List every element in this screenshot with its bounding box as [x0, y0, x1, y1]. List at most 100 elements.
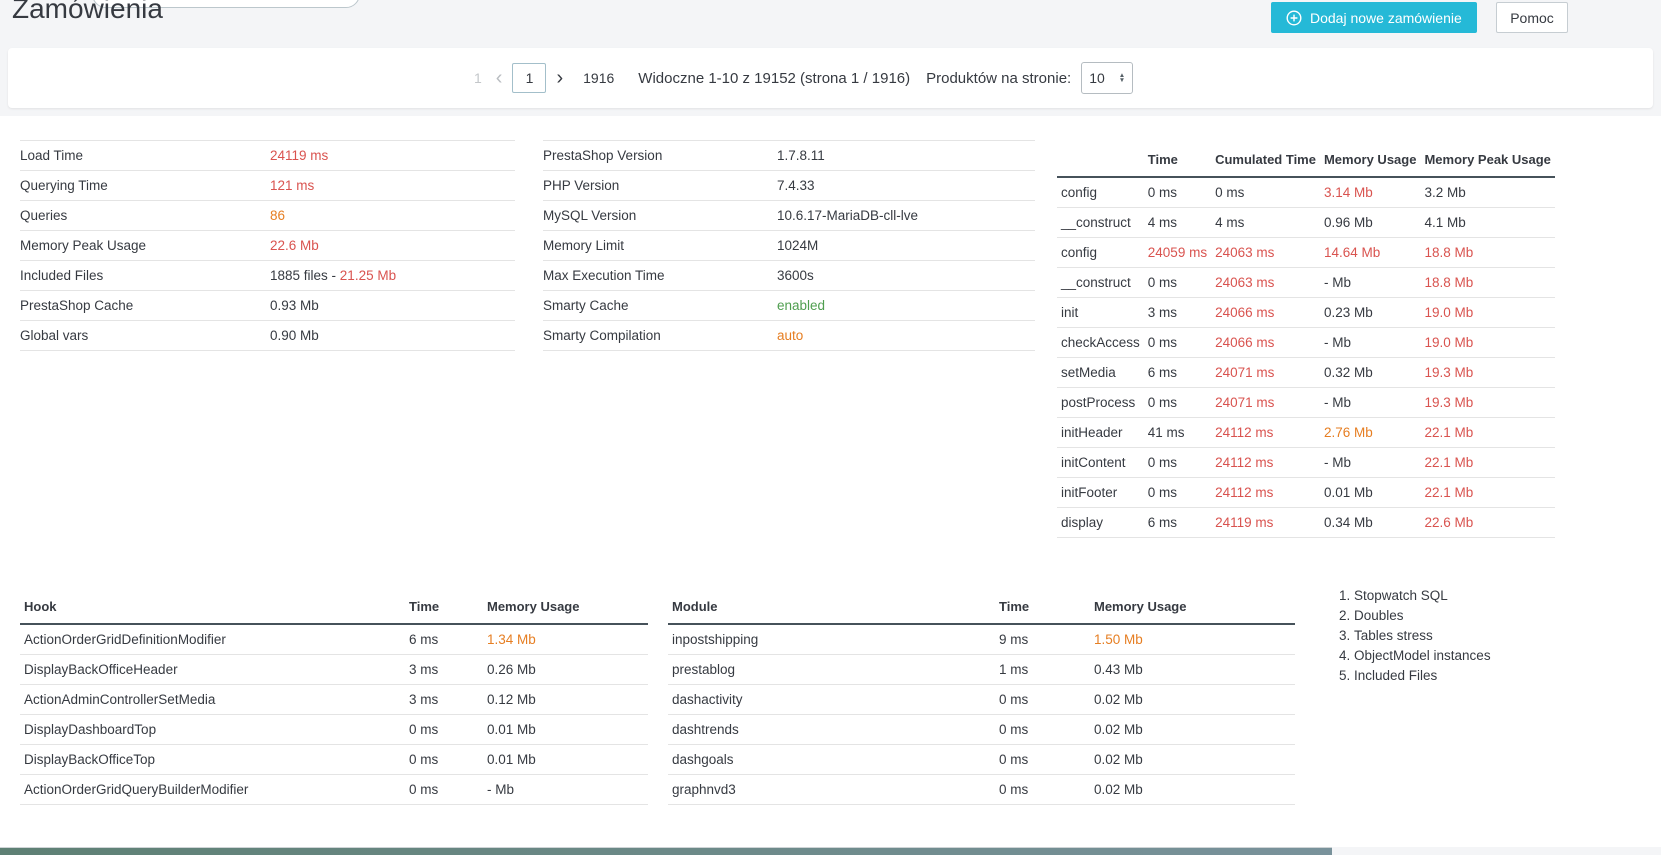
stat-label: Global vars	[20, 328, 270, 343]
hook-name: DisplayBackOfficeTop	[20, 744, 405, 774]
page-title: Zamówienia	[12, 0, 163, 25]
stat-value-main: 22.6 Mb	[270, 238, 319, 253]
module-name: prestablog	[668, 654, 995, 684]
hook-time: 0 ms	[405, 744, 483, 774]
modules-table: Module Time Memory Usage inpostshipping …	[668, 590, 1295, 805]
hook-row: DisplayBackOfficeHeader 3 ms 0.26 Mb	[20, 654, 648, 684]
debug-link-included-files[interactable]: Included Files	[1354, 666, 1491, 686]
lifecycle-peak: 4.1 Mb	[1420, 207, 1554, 237]
lifecycle-peak: 19.3 Mb	[1420, 387, 1554, 417]
lifecycle-cumulated: 24066 ms	[1211, 327, 1320, 357]
last-page-number: 1916	[583, 70, 614, 86]
stat-value: 0.90 Mb	[270, 328, 319, 343]
lifecycle-cumulated: 24066 ms	[1211, 297, 1320, 327]
module-memory: 0.02 Mb	[1090, 684, 1295, 714]
per-page-label: Produktów na stronie:	[926, 70, 1071, 87]
hooks-table: Hook Time Memory Usage ActionOrderGridDe…	[20, 590, 648, 805]
lifecycle-row: initContent 0 ms 24112 ms - Mb 22.1 Mb	[1057, 447, 1555, 477]
lifecycle-memory: 3.14 Mb	[1320, 177, 1420, 207]
current-page-input[interactable]	[512, 63, 546, 93]
load-stats-panel: Load Time 24119 ms Querying Time 121 ms …	[20, 140, 515, 351]
module-time: 0 ms	[995, 744, 1090, 774]
add-order-button[interactable]: Dodaj nowe zamówienie	[1271, 2, 1477, 33]
module-row: dashactivity 0 ms 0.02 Mb	[668, 684, 1295, 714]
lifecycle-peak: 22.1 Mb	[1420, 477, 1554, 507]
debug-link-tables-stress[interactable]: Tables stress	[1354, 626, 1491, 646]
chevron-right-icon[interactable]: ›	[546, 68, 573, 88]
environment-panel: PrestaShop Version 1.7.8.11 PHP Version …	[543, 140, 1035, 351]
module-row: prestablog 1 ms 0.43 Mb	[668, 654, 1295, 684]
stat-row: Queries 86	[20, 201, 515, 231]
modules-col-memory: Memory Usage	[1090, 590, 1295, 624]
lifecycle-col-time: Time	[1144, 143, 1211, 177]
lifecycle-cumulated: 24063 ms	[1211, 237, 1320, 267]
module-memory: 0.02 Mb	[1090, 714, 1295, 744]
env-label: PHP Version	[543, 178, 777, 193]
hook-name: ActionOrderGridQueryBuilderModifier	[20, 774, 405, 804]
chevron-left-icon[interactable]: ‹	[486, 68, 513, 88]
hook-memory: 0.12 Mb	[483, 684, 648, 714]
lifecycle-time: 0 ms	[1144, 177, 1211, 207]
stat-value: 86	[270, 208, 285, 223]
lifecycle-step: initContent	[1057, 447, 1144, 477]
debug-link-doubles[interactable]: Doubles	[1354, 606, 1491, 626]
add-order-button-label: Dodaj nowe zamówienie	[1310, 10, 1462, 26]
lifecycle-step: __construct	[1057, 267, 1144, 297]
lifecycle-peak: 18.8 Mb	[1420, 237, 1554, 267]
stat-row: Global vars 0.90 Mb	[20, 321, 515, 351]
lifecycle-col-peak: Memory Peak Usage	[1420, 143, 1554, 177]
lifecycle-step: initHeader	[1057, 417, 1144, 447]
lifecycle-memory: 0.23 Mb	[1320, 297, 1420, 327]
lifecycle-cumulated: 24071 ms	[1211, 357, 1320, 387]
lifecycle-memory: - Mb	[1320, 267, 1420, 297]
lifecycle-memory: - Mb	[1320, 327, 1420, 357]
lifecycle-memory: 0.01 Mb	[1320, 477, 1420, 507]
env-row: Smarty Compilation auto	[543, 321, 1035, 351]
stat-value-main: 0.90 Mb	[270, 328, 319, 343]
lifecycle-time: 0 ms	[1144, 387, 1211, 417]
lifecycle-memory: 0.32 Mb	[1320, 357, 1420, 387]
lifecycle-row: config 24059 ms 24063 ms 14.64 Mb 18.8 M…	[1057, 237, 1555, 267]
env-value: 3600s	[777, 268, 814, 283]
hook-memory: 0.26 Mb	[483, 654, 648, 684]
env-row: PHP Version 7.4.33	[543, 171, 1035, 201]
pagination-controls: 1 ‹ › 1916 Widoczne 1-10 z 19152 (strona…	[470, 48, 1133, 108]
stat-label: PrestaShop Cache	[20, 298, 270, 313]
debug-link-objectmodel-instances[interactable]: ObjectModel instances	[1354, 646, 1491, 666]
lifecycle-cumulated: 4 ms	[1211, 207, 1320, 237]
lifecycle-col-memory: Memory Usage	[1320, 143, 1420, 177]
module-time: 1 ms	[995, 654, 1090, 684]
lifecycle-memory: - Mb	[1320, 387, 1420, 417]
env-label: MySQL Version	[543, 208, 777, 223]
stat-value: 121 ms	[270, 178, 314, 193]
stat-row: Load Time 24119 ms	[20, 141, 515, 171]
lifecycle-time: 6 ms	[1144, 507, 1211, 537]
per-page-select[interactable]: 10 ▲▼	[1081, 62, 1133, 94]
module-row: dashtrends 0 ms 0.02 Mb	[668, 714, 1295, 744]
help-button[interactable]: Pomoc	[1496, 2, 1568, 33]
module-row: graphnvd3 0 ms 0.02 Mb	[668, 774, 1295, 804]
stat-value-main: 24119 ms	[270, 148, 328, 163]
hook-name: DisplayDashboardTop	[20, 714, 405, 744]
lifecycle-step: display	[1057, 507, 1144, 537]
module-memory: 0.43 Mb	[1090, 654, 1295, 684]
debug-link-stopwatch-sql[interactable]: Stopwatch SQL	[1354, 586, 1491, 606]
stat-value: 1885 files - 21.25 Mb	[270, 268, 396, 283]
env-value: 10.6.17-MariaDB-cll-lve	[777, 208, 918, 223]
module-row: inpostshipping 9 ms 1.50 Mb	[668, 624, 1295, 654]
lifecycle-row: __construct 4 ms 4 ms 0.96 Mb 4.1 Mb	[1057, 207, 1555, 237]
stat-value: 0.93 Mb	[270, 298, 319, 313]
debug-section-links: Stopwatch SQL Doubles Tables stress Obje…	[1337, 586, 1491, 686]
env-value: 1024M	[777, 238, 818, 253]
lifecycle-row: display 6 ms 24119 ms 0.34 Mb 22.6 Mb	[1057, 507, 1555, 537]
env-label: Memory Limit	[543, 238, 777, 253]
stat-row: PrestaShop Cache 0.93 Mb	[20, 291, 515, 321]
lifecycle-time: 0 ms	[1144, 267, 1211, 297]
module-time: 0 ms	[995, 714, 1090, 744]
plus-circle-icon	[1286, 10, 1302, 26]
env-row: Memory Limit 1024M	[543, 231, 1035, 261]
lifecycle-cumulated: 0 ms	[1211, 177, 1320, 207]
module-memory: 0.02 Mb	[1090, 774, 1295, 804]
env-label: PrestaShop Version	[543, 148, 777, 163]
pagination-summary: Widoczne 1-10 z 19152 (strona 1 / 1916)	[638, 70, 910, 87]
